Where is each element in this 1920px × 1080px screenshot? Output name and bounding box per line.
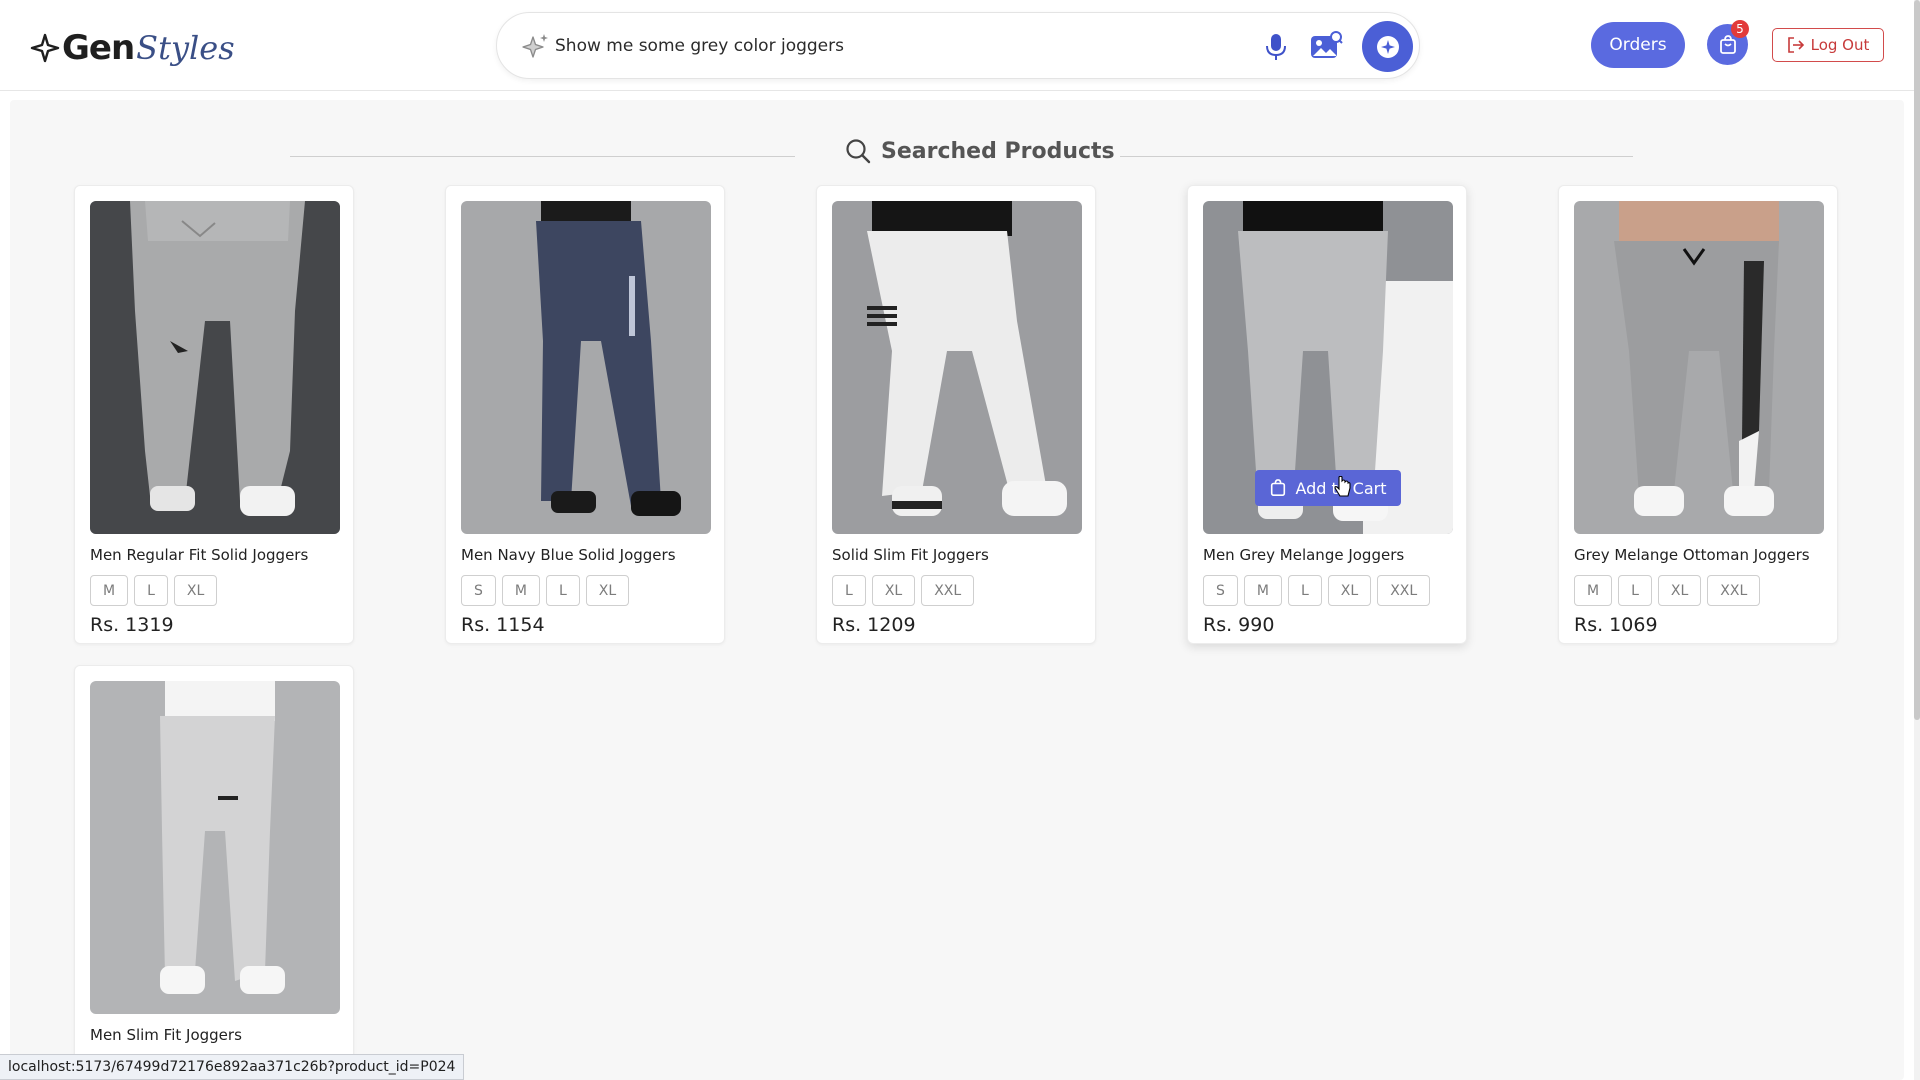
product-image[interactable]: Add to Cart [1203, 201, 1453, 534]
product-card[interactable]: Men Slim Fit Joggers [74, 665, 354, 1080]
size-option[interactable]: XL [1657, 575, 1702, 606]
product-card[interactable]: Grey Melange Ottoman Joggers M L XL XXL … [1558, 185, 1838, 644]
size-option[interactable]: L [545, 575, 580, 606]
top-header: Gen Styles Orders [0, 0, 1914, 91]
product-image[interactable] [90, 201, 340, 534]
product-price: Rs. 1319 [90, 614, 174, 636]
product-price: Rs. 1154 [461, 614, 545, 636]
product-card[interactable]: Men Regular Fit Solid Joggers M L XL Rs.… [74, 185, 354, 644]
sparkle-icon [522, 34, 548, 58]
search-bar [496, 12, 1420, 79]
main-content: Searched Products Men Regular Fit Solid … [10, 100, 1904, 1080]
scrollbar-thumb[interactable] [1914, 0, 1920, 720]
logo-text-styles: Styles [136, 29, 235, 67]
product-image[interactable] [461, 201, 711, 534]
mic-icon[interactable] [1261, 31, 1291, 63]
size-options: S M L XL XXL [1203, 575, 1431, 606]
divider-left [290, 156, 795, 157]
product-name[interactable]: Men Grey Melange Joggers [1203, 546, 1404, 564]
product-name[interactable]: Men Slim Fit Joggers [90, 1026, 242, 1044]
star-logo-icon [30, 33, 60, 63]
product-name[interactable]: Solid Slim Fit Joggers [832, 546, 989, 564]
add-to-cart-button[interactable]: Add to Cart [1255, 470, 1401, 506]
product-name[interactable]: Men Regular Fit Solid Joggers [90, 546, 308, 564]
product-name[interactable]: Men Navy Blue Solid Joggers [461, 546, 676, 564]
section-heading: Searched Products [10, 120, 1904, 164]
size-option[interactable]: M [1243, 575, 1282, 606]
size-option[interactable]: XL [871, 575, 916, 606]
size-options: S M L XL [461, 575, 630, 606]
product-image[interactable] [90, 681, 340, 1014]
section-title: Searched Products [845, 138, 1115, 164]
size-option[interactable]: XL [585, 575, 630, 606]
size-option[interactable]: XL [1327, 575, 1372, 606]
product-card[interactable]: Solid Slim Fit Joggers L XL XXL Rs. 1209 [816, 185, 1096, 644]
ai-search-button[interactable] [1362, 21, 1413, 72]
product-image[interactable] [832, 201, 1082, 534]
cart-count-badge: 5 [1731, 20, 1749, 38]
product-card[interactable]: Add to Cart Men Grey Melange Joggers S M… [1187, 185, 1467, 644]
search-icon [846, 139, 871, 164]
size-option[interactable]: M [501, 575, 540, 606]
size-option[interactable]: XXL [921, 575, 975, 606]
ai-search-icon [1376, 35, 1399, 58]
product-price: Rs. 1209 [832, 614, 916, 636]
gen-styles-logo[interactable]: Gen Styles [30, 26, 235, 70]
shopping-bag-icon [1271, 479, 1286, 497]
section-title-text: Searched Products [881, 138, 1115, 164]
logout-label: Log Out [1810, 36, 1870, 54]
logout-icon [1787, 37, 1804, 53]
size-options: M L XL XXL [1574, 575, 1761, 606]
size-option[interactable]: M [90, 575, 129, 606]
size-options: L XL XXL [832, 575, 975, 606]
size-option[interactable]: M [1574, 575, 1613, 606]
product-price: Rs. 990 [1203, 614, 1275, 636]
divider-right [1120, 156, 1633, 157]
size-option[interactable]: XL [173, 575, 218, 606]
product-image[interactable] [1574, 201, 1824, 534]
search-input[interactable] [555, 29, 1195, 63]
size-options: M L XL [90, 575, 218, 606]
browser-status-url: localhost:5173/67499d72176e892aa371c26b?… [0, 1054, 465, 1080]
size-option[interactable]: L [1618, 575, 1652, 606]
size-option[interactable]: L [134, 575, 168, 606]
image-search-icon[interactable] [1309, 31, 1343, 63]
size-option[interactable]: L [1287, 575, 1322, 606]
page-scrollbar[interactable] [1914, 0, 1920, 1080]
logo-text-gen: Gen [62, 28, 135, 68]
shopping-bag-icon [1719, 34, 1736, 54]
pointer-cursor-icon [1334, 476, 1351, 497]
size-option[interactable]: S [1203, 575, 1238, 606]
size-option[interactable]: L [832, 575, 866, 606]
product-price: Rs. 1069 [1574, 614, 1658, 636]
product-name[interactable]: Grey Melange Ottoman Joggers [1574, 546, 1810, 564]
orders-button[interactable]: Orders [1591, 22, 1685, 68]
size-option[interactable]: XXL [1707, 575, 1761, 606]
product-card[interactable]: Men Navy Blue Solid Joggers S M L XL Rs.… [445, 185, 725, 644]
size-option[interactable]: XXL [1377, 575, 1431, 606]
size-option[interactable]: S [461, 575, 496, 606]
logout-button[interactable]: Log Out [1772, 28, 1884, 62]
